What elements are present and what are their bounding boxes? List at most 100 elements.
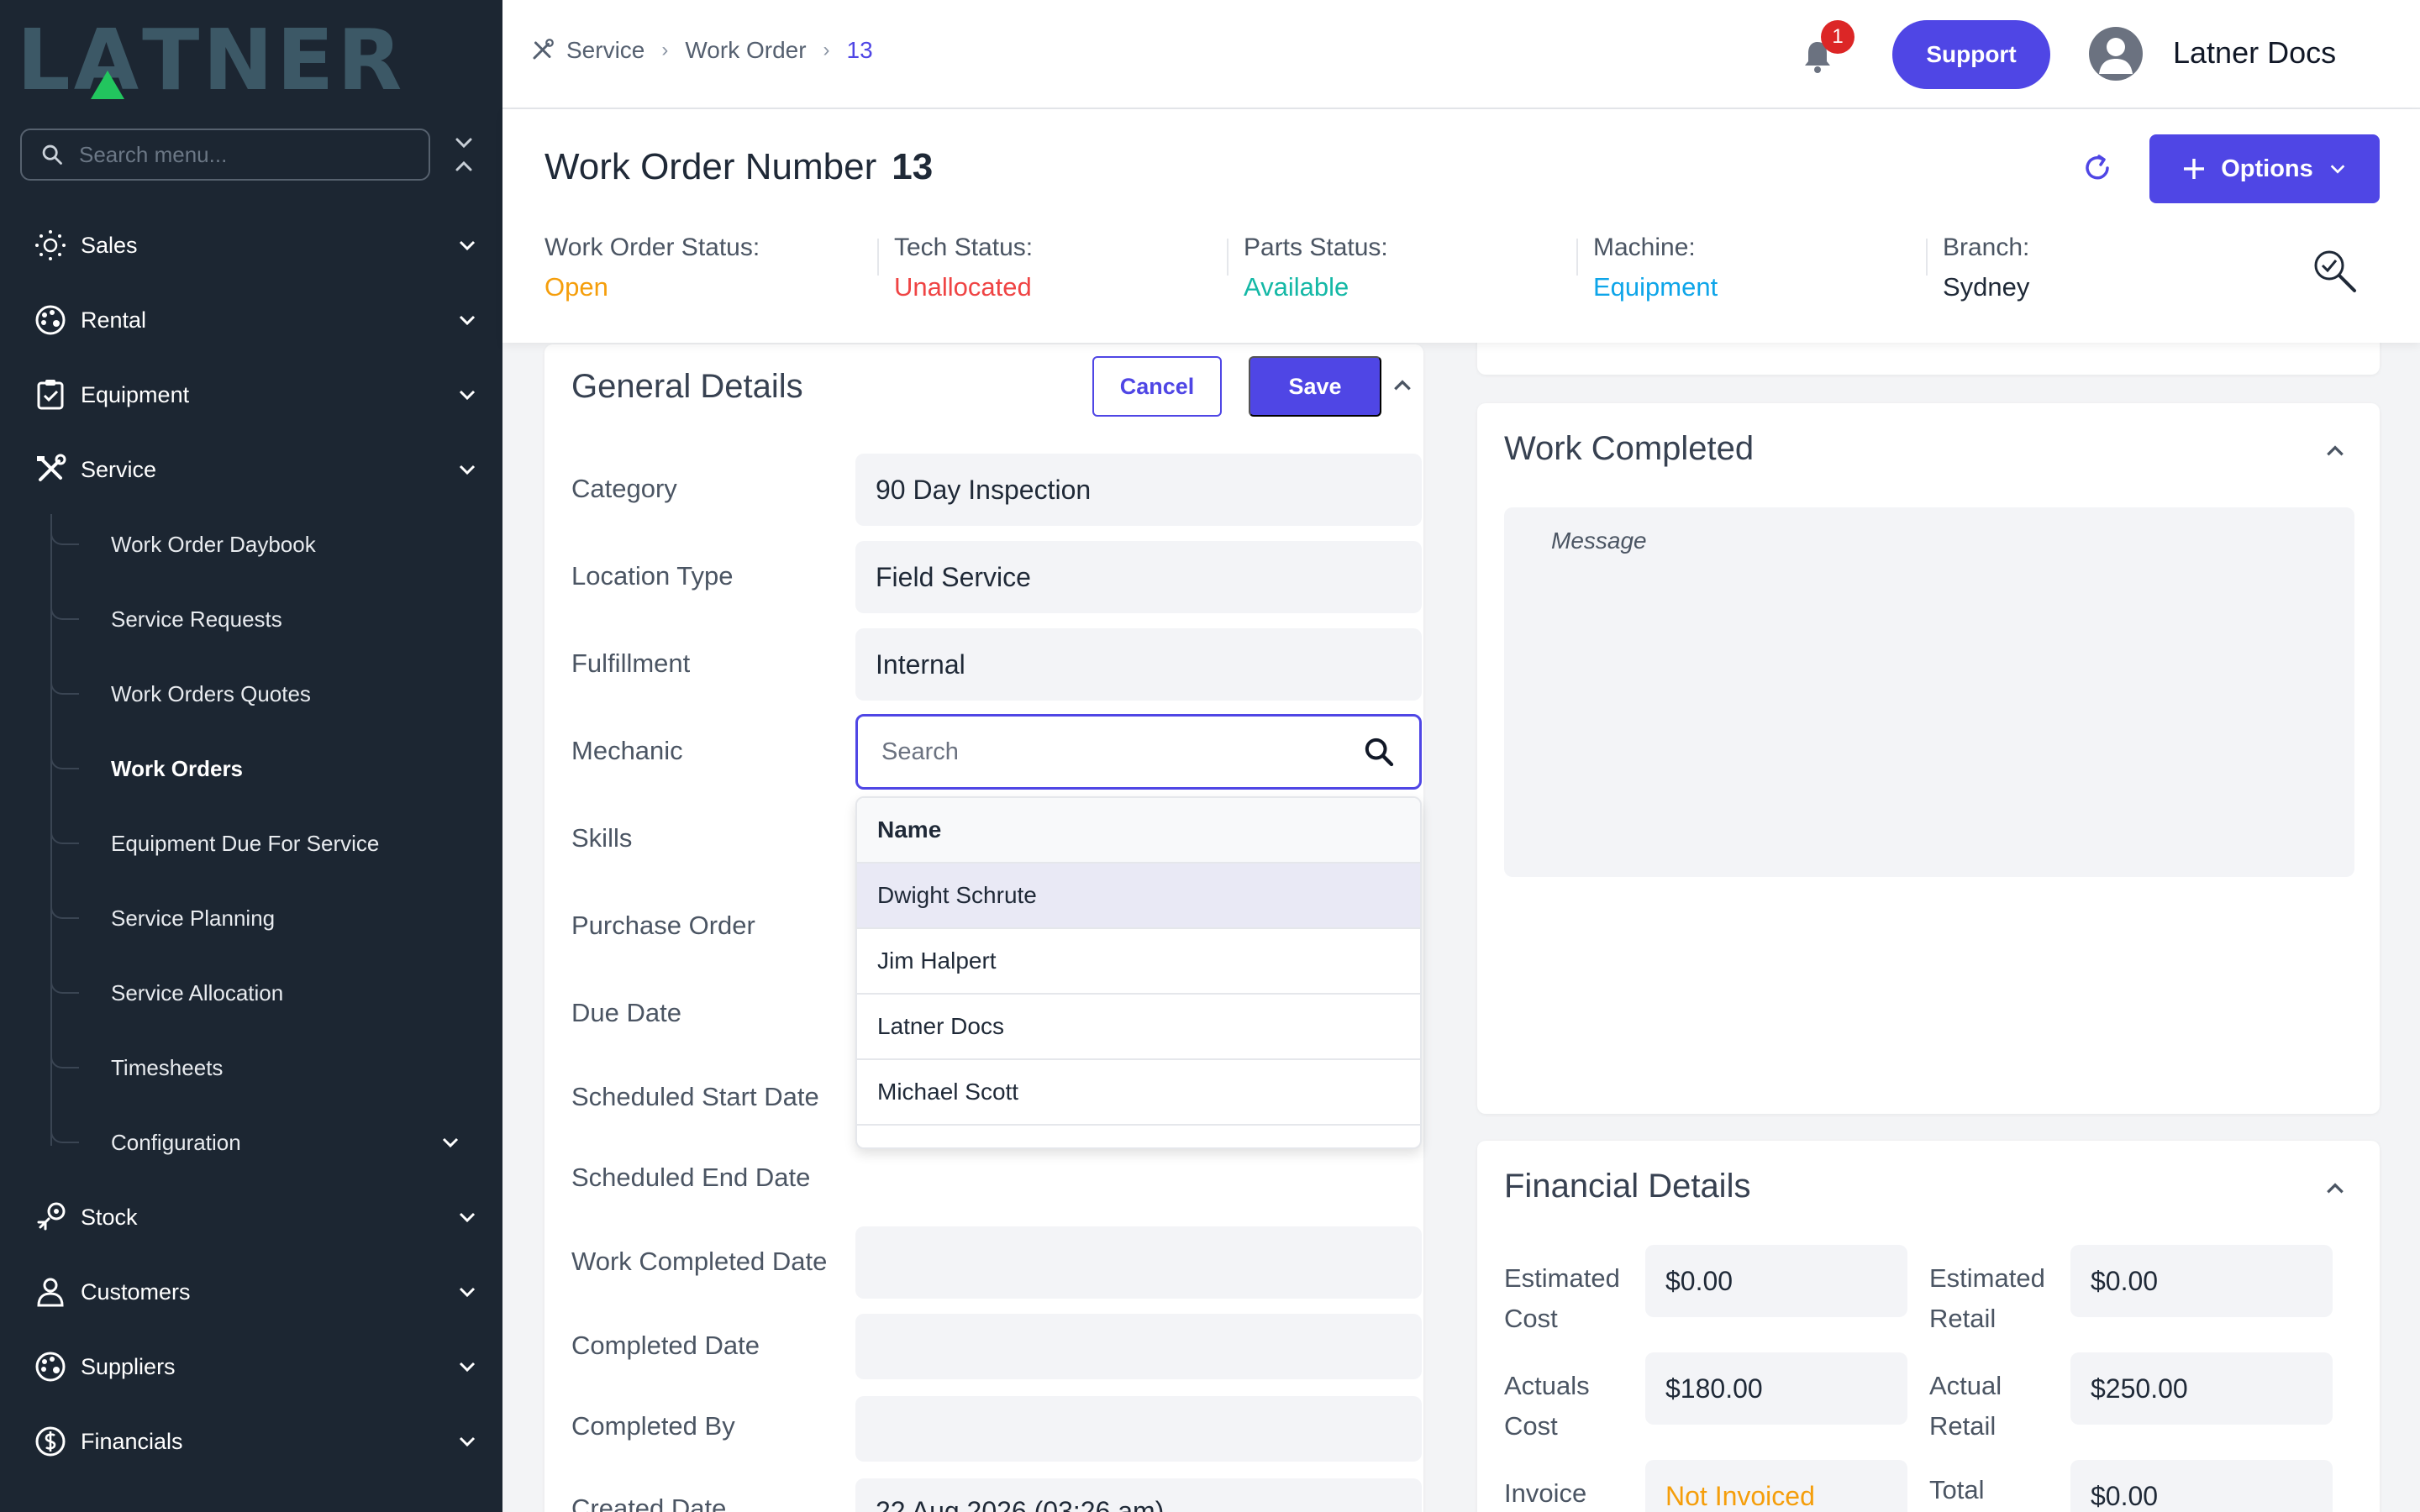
field-label-scheduled-end: Scheduled End Date	[571, 1163, 811, 1192]
sidebar-item-customers[interactable]: Customers	[32, 1267, 477, 1317]
sidebar-item-label: Service	[81, 456, 157, 482]
sidebar-item-financials[interactable]: Financials	[32, 1416, 477, 1467]
field-label-skills: Skills	[571, 823, 633, 853]
latner-logo[interactable]: LA TNER	[17, 18, 405, 102]
username[interactable]: Latner Docs	[2173, 35, 2336, 71]
sidebar-item-label: Rental	[81, 307, 147, 333]
sidebar-item-label: Suppliers	[81, 1353, 176, 1379]
breadcrumb-service[interactable]: Service	[566, 37, 644, 64]
mechanic-search-input[interactable]: Search	[855, 714, 1422, 790]
divider	[1227, 239, 1228, 276]
field-label-created-date: Created Date	[571, 1494, 727, 1512]
chevron-up-icon[interactable]	[2324, 1178, 2346, 1200]
chevron-down-icon	[2330, 165, 2345, 174]
options-button[interactable]: Options	[2149, 134, 2380, 203]
label-line: Cost	[1504, 1411, 1558, 1441]
branch-status: Branch: Sydney	[1926, 234, 2292, 302]
save-button[interactable]: Save	[1249, 356, 1381, 417]
tree-branch	[50, 1042, 79, 1068]
work-completed-title: Work Completed	[1504, 430, 1754, 467]
sidebar-subitem-timesheets[interactable]: Timesheets	[50, 1042, 471, 1093]
chevron-up-icon[interactable]	[1392, 375, 1413, 396]
total-label: Total	[1929, 1475, 1985, 1504]
menu-search-input[interactable]: Search menu...	[20, 129, 430, 181]
status-label: Tech Status:	[894, 234, 1034, 261]
sidebar: LA TNER Search menu... Sales Rental Equip…	[0, 0, 502, 1512]
general-details-card: General Details Cancel Save Category 90 …	[544, 344, 1423, 1512]
completed-by-field[interactable]	[855, 1396, 1422, 1462]
label-line: Cost	[1504, 1304, 1558, 1333]
breadcrumb-separator-icon: ›	[823, 39, 830, 61]
invoice-status-field: Not Invoiced	[1645, 1460, 1907, 1512]
sidebar-subitem-label: Work Order Daybook	[111, 531, 316, 557]
page-title-label: Work Order Number	[544, 146, 877, 187]
estimated-cost-field: $0.00	[1645, 1245, 1907, 1317]
sidebar-subitem-work-orders-quotes[interactable]: Work Orders Quotes	[50, 668, 471, 719]
chevron-up-icon[interactable]	[2324, 440, 2346, 462]
search-check-icon[interactable]	[2311, 247, 2360, 296]
label-line: Estimated	[1929, 1263, 2045, 1293]
breadcrumb: Service › Work Order › 13	[529, 37, 873, 64]
financial-details-card: Financial Details Estimated Cost $0.00 Es…	[1477, 1141, 2380, 1512]
sidebar-subitem-service-planning[interactable]: Service Planning	[50, 892, 471, 943]
cancel-button[interactable]: Cancel	[1092, 356, 1222, 417]
financial-details-title: Financial Details	[1504, 1168, 1751, 1205]
search-icon[interactable]	[1362, 735, 1396, 769]
tree-branch	[50, 1116, 79, 1143]
sidebar-subitem-service-requests[interactable]: Service Requests	[50, 593, 471, 644]
tools-icon	[32, 451, 69, 488]
work-completed-date-field[interactable]	[855, 1226, 1422, 1299]
tree-branch	[50, 518, 79, 545]
refresh-icon[interactable]	[2081, 151, 2114, 185]
sidebar-item-suppliers[interactable]: Suppliers	[32, 1341, 477, 1392]
palette-icon	[32, 1348, 69, 1385]
sidebar-item-service[interactable]: Service	[32, 444, 477, 495]
sidebar-subitem-work-orders[interactable]: Work Orders	[50, 743, 471, 794]
dropdown-option[interactable]: Ryan Howard	[857, 1126, 1420, 1147]
sidebar-subitem-equipment-due-for-service[interactable]: Equipment Due For Service	[50, 817, 471, 869]
support-button[interactable]: Support	[1892, 20, 2050, 89]
field-label-due-date: Due Date	[571, 998, 681, 1027]
sidebar-subitem-configuration[interactable]: Configuration	[50, 1116, 471, 1168]
status-value: Sydney	[1943, 272, 2030, 302]
invoice-label: Invoice	[1504, 1478, 1587, 1508]
category-field[interactable]: 90 Day Inspection	[855, 454, 1422, 526]
tree-branch	[50, 892, 79, 919]
dropdown-option[interactable]: Michael Scott	[857, 1060, 1420, 1126]
fulfillment-field[interactable]: Internal	[855, 628, 1422, 701]
logo-letter-l: L	[17, 11, 74, 109]
sidebar-item-equipment[interactable]: Equipment	[32, 370, 477, 420]
mechanic-dropdown: Name Dwight Schrute Jim Halpert Latner D…	[855, 796, 1422, 1149]
user-avatar-icon	[2099, 38, 2133, 74]
sidebar-item-label: Stock	[81, 1204, 138, 1230]
collapse-sidebar-icon[interactable]	[452, 136, 476, 173]
sidebar-subitem-service-allocation[interactable]: Service Allocation	[50, 967, 471, 1018]
breadcrumb-current: 13	[846, 37, 873, 63]
machine-link[interactable]: Equipment	[1593, 272, 1943, 302]
dropdown-option[interactable]: Jim Halpert	[857, 929, 1420, 995]
logo-letters-rest: TNER	[142, 11, 406, 109]
general-details-title: General Details	[571, 368, 803, 405]
divider	[877, 239, 879, 276]
breadcrumb-work-order[interactable]: Work Order	[685, 37, 806, 64]
location-type-field[interactable]: Field Service	[855, 541, 1422, 613]
status-value: Open	[544, 272, 608, 302]
label-line: Actual	[1929, 1371, 2002, 1400]
sidebar-item-stock[interactable]: Stock	[32, 1192, 477, 1242]
completed-date-field[interactable]	[855, 1314, 1422, 1379]
work-completed-message-input[interactable]: Message	[1504, 507, 2354, 877]
sidebar-item-sales[interactable]: Sales	[32, 220, 477, 270]
sidebar-subitem-work-order-daybook[interactable]: Work Order Daybook	[50, 518, 471, 570]
sidebar-subitem-label: Service Planning	[111, 905, 276, 931]
dropdown-option[interactable]: Latner Docs	[857, 995, 1420, 1060]
actuals-cost-label: Actuals Cost	[1504, 1366, 1590, 1446]
sidebar-subitem-label: Equipment Due For Service	[111, 830, 380, 856]
label-line: Actuals	[1504, 1371, 1590, 1400]
avatar[interactable]	[2089, 27, 2143, 81]
sidebar-subitem-label: Configuration	[111, 1129, 241, 1155]
sidebar-item-rental[interactable]: Rental	[32, 295, 477, 345]
dropdown-option[interactable]: Dwight Schrute	[857, 864, 1420, 929]
status-bar: Work Order Status: Open Tech Status: Una…	[544, 234, 2292, 302]
field-label-category: Category	[571, 474, 677, 503]
message-placeholder: Message	[1551, 528, 1647, 554]
